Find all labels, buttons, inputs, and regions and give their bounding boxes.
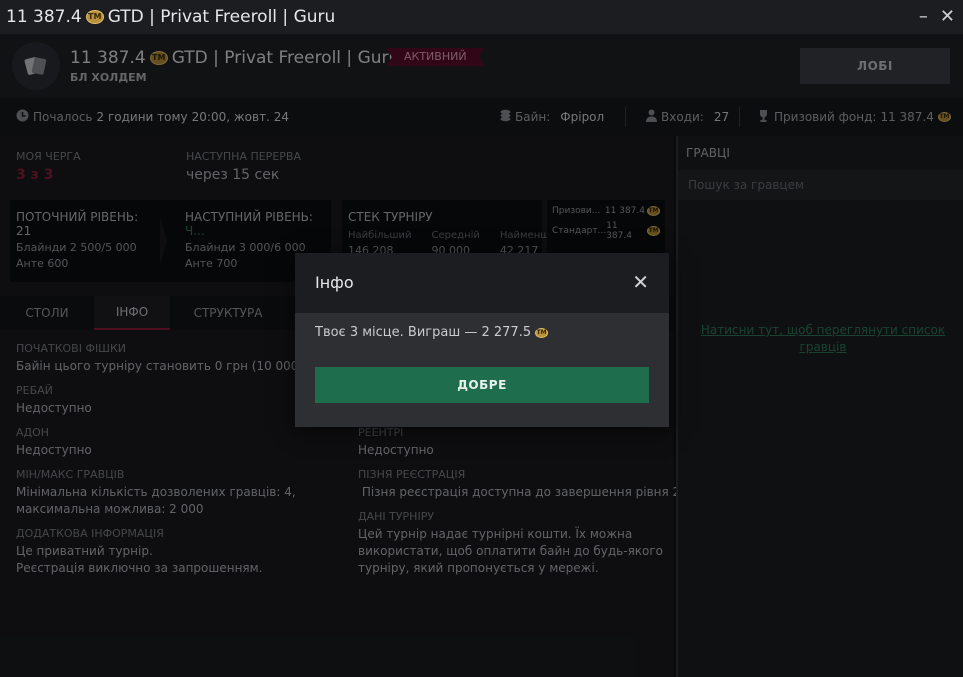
dialog-title: Інфо xyxy=(315,273,354,292)
info-dialog: Інфо ✕ Твоє 3 місце. Виграш — 2 277.5 TM… xyxy=(295,253,669,427)
window-title: 11 387.4 TM GTD | Privat Freeroll | Guru xyxy=(6,7,335,27)
window-titlebar: 11 387.4 TM GTD | Privat Freeroll | Guru… xyxy=(0,0,963,34)
window-title-amount: 11 387.4 xyxy=(6,7,82,27)
dialog-message-text: Твоє 3 місце. Виграш — 2 277.5 xyxy=(315,325,532,340)
window-title-text: GTD | Privat Freeroll | Guru xyxy=(107,7,336,27)
close-icon[interactable]: ✕ xyxy=(632,270,649,294)
minimize-icon[interactable]: – xyxy=(919,6,928,27)
ok-button[interactable]: ДОБРЕ xyxy=(315,367,649,403)
coin-icon: TM xyxy=(535,327,549,338)
close-icon[interactable]: ✕ xyxy=(940,6,955,27)
dialog-header: Інфо ✕ xyxy=(295,253,669,313)
coin-icon: TM xyxy=(85,10,104,24)
dialog-message: Твоє 3 місце. Виграш — 2 277.5 TM xyxy=(315,325,549,340)
